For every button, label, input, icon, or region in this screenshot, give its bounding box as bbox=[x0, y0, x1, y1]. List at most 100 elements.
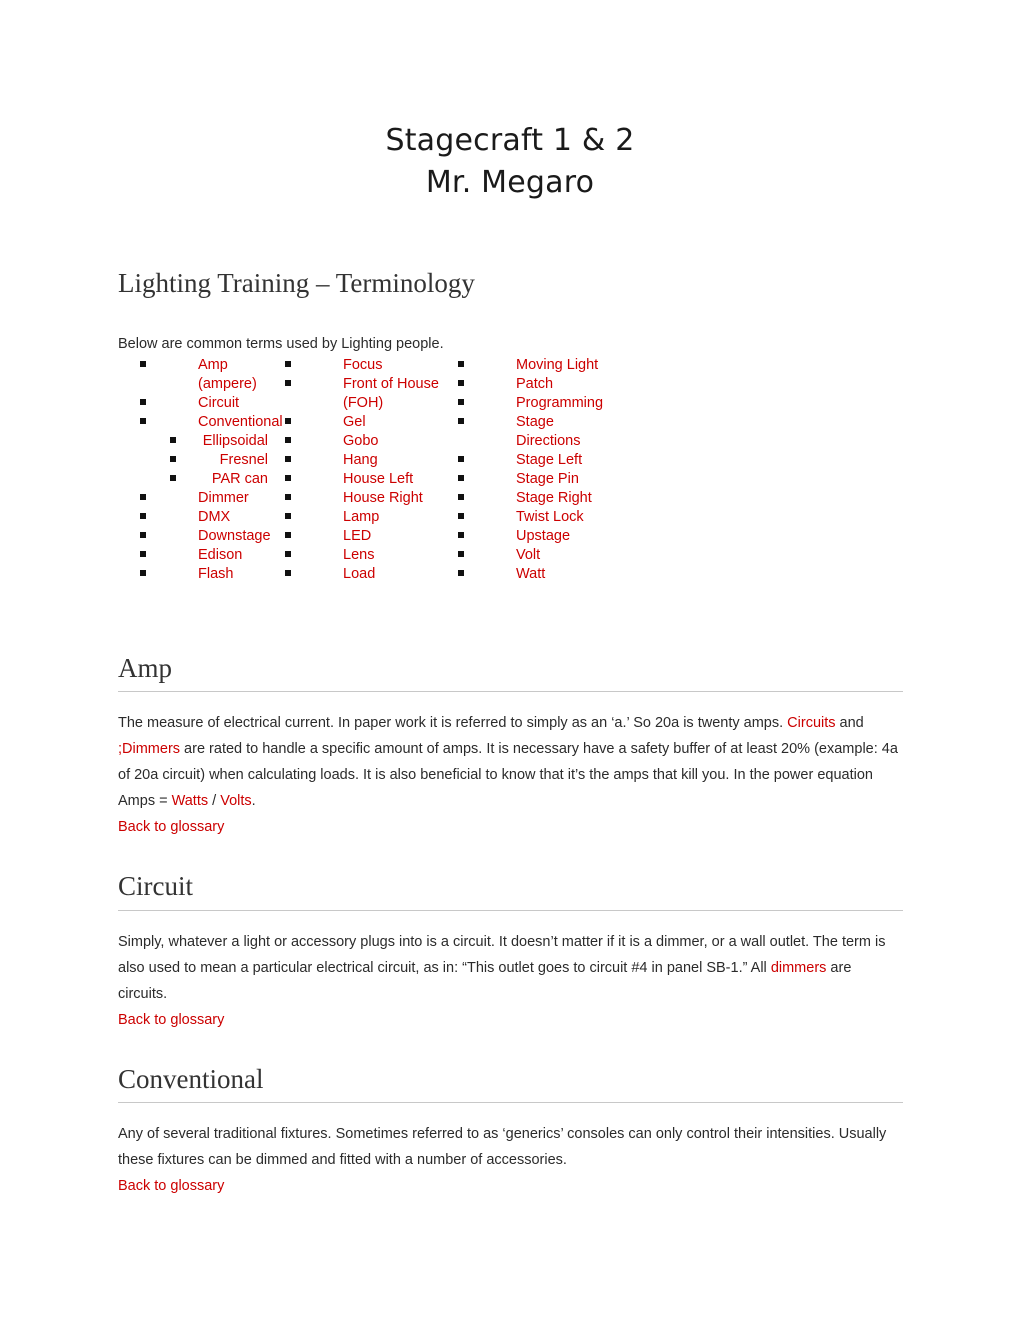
glossary-item[interactable]: Watt bbox=[458, 565, 610, 584]
glossary-item[interactable]: Moving Light bbox=[458, 356, 610, 375]
glossary-item[interactable]: Downstage bbox=[140, 527, 288, 546]
glossary-item[interactable]: Circuit bbox=[140, 394, 288, 413]
section-heading-lighting-training: Lighting Training – Terminology bbox=[118, 268, 475, 298]
glossary-item[interactable]: Amp (ampere) bbox=[140, 356, 288, 394]
bullet-square-icon bbox=[285, 546, 295, 565]
glossary-term-list: Amp (ampere) Circuit Conventional Ellipsoid… bbox=[118, 356, 902, 646]
glossary-item-label: Ellipsoidal bbox=[202, 432, 268, 449]
glossary-item[interactable]: Ellipsoidal bbox=[170, 432, 268, 451]
bullet-square-icon bbox=[458, 565, 468, 584]
glossary-item-label: Focus bbox=[343, 356, 383, 373]
glossary-item-label: Upstage bbox=[516, 527, 571, 544]
bullet-square-icon bbox=[458, 375, 468, 394]
glossary-item[interactable]: Stage Right bbox=[458, 489, 610, 508]
glossary-item-label: Hang bbox=[343, 451, 378, 468]
bullet-square-icon bbox=[458, 394, 468, 413]
bullet-square-icon bbox=[458, 508, 468, 527]
title-line-course: Stagecraft 1 & 2 bbox=[385, 123, 635, 158]
back-to-glossary-link[interactable]: Back to glossary bbox=[118, 1173, 224, 1199]
glossary-item[interactable]: LED bbox=[285, 527, 453, 546]
term-cross-reference-link[interactable]: ;Dimmers bbox=[118, 741, 180, 757]
glossary-item-label: Lamp bbox=[343, 508, 380, 525]
glossary-item-label: Lens bbox=[343, 546, 375, 563]
glossary-item-label: Flash bbox=[198, 565, 234, 582]
glossary-item[interactable]: Edison bbox=[140, 546, 288, 565]
glossary-item-label: Stage Directions bbox=[516, 413, 581, 449]
term-paragraph: Simply, whatever a light or accessory pl… bbox=[118, 929, 902, 1007]
glossary-item[interactable]: Stage Left bbox=[458, 451, 610, 470]
bullet-square-icon bbox=[458, 413, 468, 432]
bullet-square-icon bbox=[458, 451, 468, 470]
glossary-item-label: House Right bbox=[343, 489, 423, 506]
glossary-item[interactable]: Gobo bbox=[285, 432, 453, 451]
glossary-column-3: Moving Light Patch Programming Stage Direct… bbox=[458, 356, 610, 584]
term-block: Conventional Any of several traditional f… bbox=[118, 1063, 903, 1199]
glossary-item[interactable]: Load bbox=[285, 565, 453, 584]
glossary-item-label: Stage Pin bbox=[516, 470, 579, 487]
glossary-item[interactable]: Patch bbox=[458, 375, 610, 394]
glossary-item[interactable]: Lamp bbox=[285, 508, 453, 527]
bullet-square-icon bbox=[285, 508, 295, 527]
glossary-item[interactable]: Dimmer bbox=[140, 489, 288, 508]
bullet-square-icon bbox=[140, 565, 150, 584]
glossary-item[interactable]: Programming bbox=[458, 394, 610, 413]
heading-divider bbox=[118, 691, 903, 693]
glossary-item-label: House Left bbox=[343, 470, 414, 487]
back-to-glossary-link[interactable]: Back to glossary bbox=[118, 814, 224, 840]
bullet-square-icon bbox=[458, 356, 468, 375]
bullet-square-icon bbox=[140, 413, 150, 432]
glossary-item[interactable]: Stage Pin bbox=[458, 470, 610, 489]
term-text-run: The measure of electrical current. In pa… bbox=[118, 715, 788, 732]
bullet-square-icon bbox=[140, 394, 150, 413]
glossary-item[interactable]: Flash bbox=[140, 565, 288, 584]
glossary-item[interactable]: DMX bbox=[140, 508, 288, 527]
term-paragraph: Any of several traditional fixtures. Som… bbox=[118, 1121, 902, 1173]
glossary-item-label: Twist Lock bbox=[516, 508, 584, 525]
glossary-item[interactable]: Twist Lock bbox=[458, 508, 610, 527]
term-block: Amp The measure of electrical current. In… bbox=[118, 652, 903, 840]
glossary-item[interactable]: PAR can bbox=[170, 470, 268, 489]
term-text-run: and bbox=[835, 715, 864, 732]
bullet-square-icon bbox=[285, 375, 295, 394]
bullet-square-icon bbox=[140, 356, 150, 375]
glossary-item[interactable]: Focus bbox=[285, 356, 453, 375]
glossary-item[interactable]: Stage Directions bbox=[458, 413, 610, 451]
term-cross-reference-link[interactable]: Circuits bbox=[787, 715, 835, 731]
glossary-item-label: Moving Light bbox=[516, 356, 599, 373]
heading-divider bbox=[118, 1101, 903, 1103]
glossary-item[interactable]: Hang bbox=[285, 451, 453, 470]
glossary-item-label: Programming bbox=[516, 394, 604, 411]
glossary-item[interactable]: Gel bbox=[285, 413, 453, 432]
glossary-item-label: Circuit bbox=[198, 394, 240, 411]
term-paragraph: The measure of electrical current. In pa… bbox=[118, 710, 902, 814]
glossary-item[interactable]: House Right bbox=[285, 489, 453, 508]
glossary-item[interactable]: House Left bbox=[285, 470, 453, 489]
glossary-item[interactable]: Conventional bbox=[140, 413, 288, 432]
glossary-item-label: Load bbox=[343, 565, 376, 582]
term-cross-reference-link[interactable]: Volts bbox=[220, 793, 251, 809]
glossary-item-label: Edison bbox=[198, 546, 243, 563]
glossary-item-label: Fresnel bbox=[219, 451, 268, 468]
glossary-item-label: Downstage bbox=[198, 527, 271, 544]
term-block: Circuit Simply, whatever a light or acces… bbox=[118, 870, 903, 1033]
glossary-item[interactable]: Upstage bbox=[458, 527, 610, 546]
term-cross-reference-link[interactable]: dimmers bbox=[771, 960, 827, 976]
back-to-glossary-link[interactable]: Back to glossary bbox=[118, 1007, 224, 1033]
bullet-square-icon bbox=[140, 508, 150, 527]
term-text-run: Any of several traditional fixtures. Som… bbox=[118, 1125, 887, 1168]
bullet-square-icon bbox=[140, 527, 150, 546]
glossary-item[interactable]: Fresnel bbox=[170, 451, 268, 470]
bullet-square-icon bbox=[285, 432, 295, 451]
glossary-item[interactable]: Front of House (FOH) bbox=[285, 375, 453, 413]
bullet-square-icon bbox=[170, 432, 180, 451]
glossary-item-label: Dimmer bbox=[198, 489, 249, 506]
bullet-square-icon bbox=[170, 451, 180, 470]
glossary-item-label: Stage Right bbox=[516, 489, 592, 506]
glossary-item[interactable]: Lens bbox=[285, 546, 453, 565]
bullet-square-icon bbox=[140, 546, 150, 565]
bullet-square-icon bbox=[458, 470, 468, 489]
bullet-square-icon bbox=[285, 527, 295, 546]
term-cross-reference-link[interactable]: Watts bbox=[172, 793, 209, 809]
term-heading: Conventional bbox=[118, 1063, 264, 1094]
glossary-item[interactable]: Volt bbox=[458, 546, 610, 565]
